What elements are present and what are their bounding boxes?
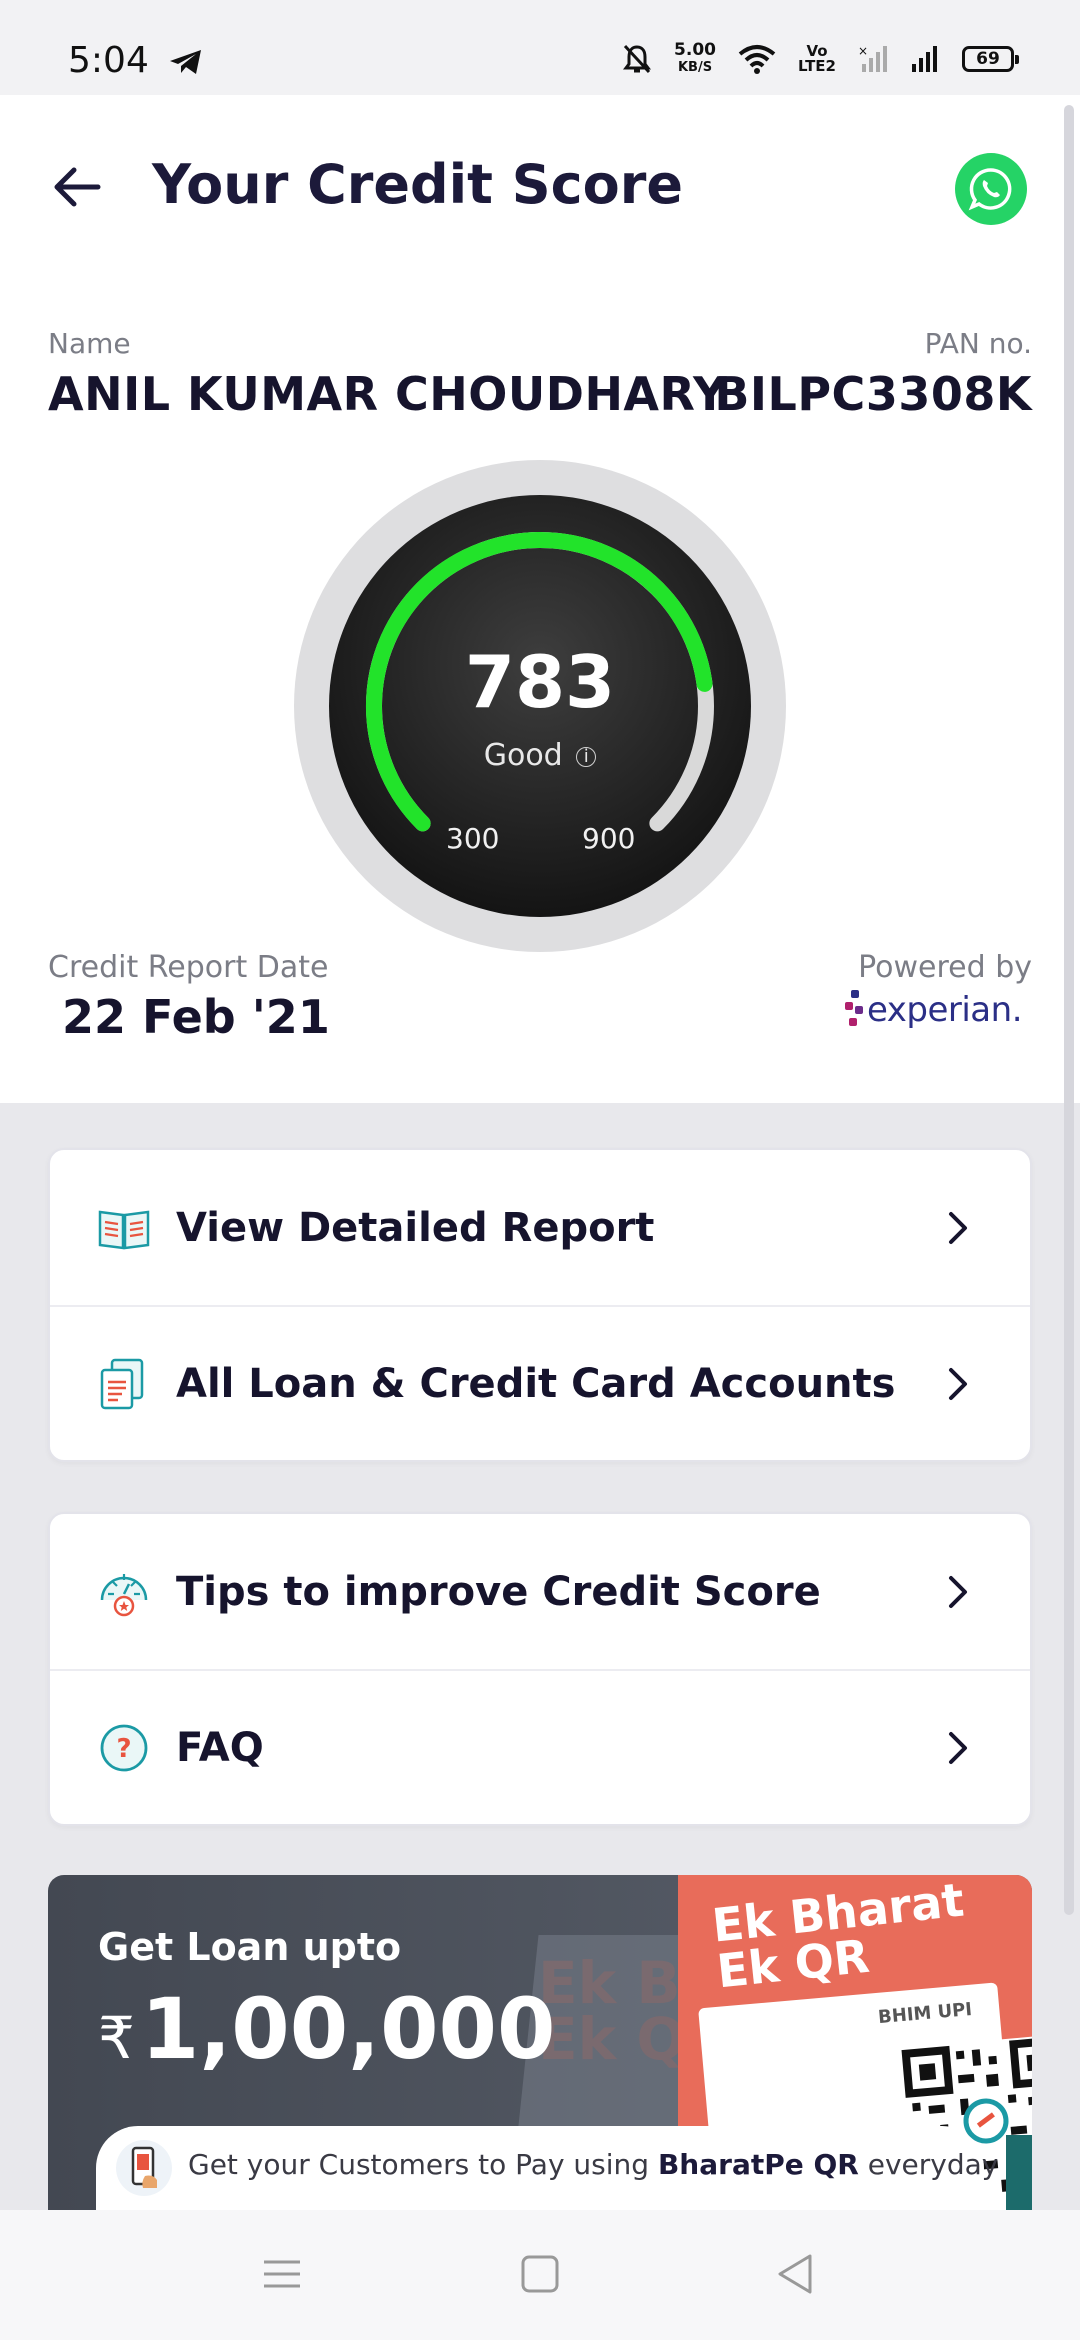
mute-icon: [623, 44, 652, 74]
credit-score-header: Your Credit Score Name ANIL KUMAR CHOUDH…: [0, 95, 1080, 1103]
pan-label: PAN no.: [924, 327, 1032, 360]
credit-score-rating: Good i: [294, 738, 786, 773]
back-triangle-icon[interactable]: [772, 2250, 820, 2298]
network-speed: 5.00 KB/S: [674, 40, 716, 76]
experian-wordmark: experian.: [866, 990, 1023, 1030]
rating-text: Good: [483, 738, 563, 773]
info-icon[interactable]: i: [576, 746, 597, 767]
faq-item[interactable]: ? FAQ: [50, 1669, 1030, 1824]
volte-indicator: Vo LTE2: [798, 42, 836, 75]
page-title: Your Credit Score: [152, 153, 684, 216]
report-date-value: 22 Feb '21: [62, 990, 330, 1044]
documents-icon: [100, 1358, 144, 1409]
menu-label: All Loan & Credit Card Accounts: [176, 1360, 896, 1407]
menu-label: View Detailed Report: [176, 1204, 655, 1251]
report-card: View Detailed Report All Loan & Credit C…: [48, 1148, 1032, 1462]
whatsapp-button[interactable]: [955, 153, 1027, 225]
meter-icon: [100, 1573, 148, 1616]
gauge-max-label: 900: [582, 822, 636, 855]
experian-logo: experian.: [844, 988, 1023, 1032]
bharatpe-strip[interactable]: Get your Customers to Pay using BharatPe…: [96, 2126, 998, 2210]
menu-label: Tips to improve Credit Score: [176, 1568, 821, 1615]
signal-2-icon: [912, 46, 937, 72]
svg-text:×: ×: [858, 44, 868, 58]
banner-teal-edge: [1006, 2135, 1032, 2210]
back-arrow-icon[interactable]: [48, 157, 108, 217]
chevron-right-icon: [949, 1731, 967, 1764]
view-detailed-report-item[interactable]: View Detailed Report: [50, 1150, 1030, 1305]
whatsapp-icon: [968, 168, 1012, 211]
pan-value: BILPC3308K: [714, 367, 1032, 421]
chevron-right-icon: [949, 1575, 967, 1608]
banner-headline: Get Loan upto: [98, 1925, 402, 1969]
telegram-icon: [170, 50, 201, 74]
rupee-symbol: ₹: [98, 2004, 135, 2072]
battery-indicator: 69: [962, 46, 1019, 72]
gauge-min-label: 300: [446, 822, 500, 855]
chevron-right-icon: [949, 1211, 967, 1244]
clock: 5:04: [68, 40, 149, 81]
banner-amount: ₹1,00,000: [98, 1980, 555, 2078]
menu-label: FAQ: [176, 1724, 264, 1771]
question-icon: ?: [100, 1724, 148, 1771]
bharatpe-strip-text: Get your Customers to Pay using BharatPe…: [188, 2148, 999, 2181]
report-date-label: Credit Report Date: [48, 950, 329, 985]
menu-icon[interactable]: [258, 2250, 306, 2298]
powered-by-label: Powered by: [858, 950, 1032, 985]
scrollbar[interactable]: [1064, 105, 1074, 1915]
chevron-right-icon: [949, 1367, 967, 1400]
name-label: Name: [48, 327, 131, 360]
status-bar: 5:04 5.00 KB/S Vo LTE2 × 69: [0, 0, 1080, 95]
wifi-icon: [738, 45, 776, 74]
name-value: ANIL KUMAR CHOUDHARY: [48, 367, 727, 421]
book-icon: [98, 1210, 150, 1249]
home-square-icon[interactable]: [516, 2250, 564, 2298]
loan-amount: 1,00,000: [140, 1980, 556, 2078]
system-nav-bar: [0, 2210, 1080, 2340]
help-card: Tips to improve Credit Score ? FAQ: [48, 1512, 1032, 1826]
tips-improve-score-item[interactable]: Tips to improve Credit Score: [50, 1514, 1030, 1669]
phone-icon: [116, 2140, 172, 2196]
loan-credit-accounts-item[interactable]: All Loan & Credit Card Accounts: [50, 1305, 1030, 1460]
svg-text:?: ?: [116, 1734, 131, 1764]
signal-1-icon: ×: [858, 44, 887, 72]
experian-dots: [844, 988, 865, 1032]
credit-score-value: 783: [464, 640, 616, 724]
